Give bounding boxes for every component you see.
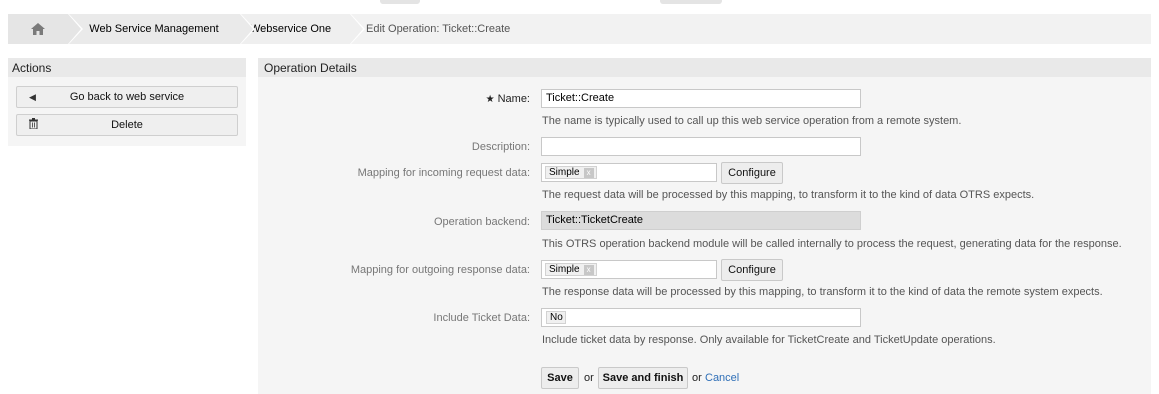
name-input[interactable]: Ticket::Create	[541, 89, 861, 108]
operation-details-panel: Operation Details ★ Name: Ticket::Create …	[258, 58, 1151, 394]
remove-tag-icon[interactable]: x	[583, 167, 594, 178]
top-tab-stub	[380, 0, 420, 4]
caret-left-icon: ◀	[29, 92, 36, 102]
incoming-mapping-select[interactable]: Simple x	[541, 163, 717, 182]
outgoing-mapping-hint: The response data will be processed by t…	[542, 286, 1103, 298]
operation-backend-hint: This OTRS operation backend module will …	[542, 238, 1122, 250]
actions-panel: Actions ◀ Go back to web service Delete	[8, 58, 246, 146]
required-star-icon: ★	[485, 94, 495, 105]
delete-label: Delete	[111, 119, 143, 131]
home-icon	[31, 23, 45, 35]
breadcrumb-current: Edit Operation: Ticket::Create	[350, 14, 533, 44]
breadcrumb-web-service-management[interactable]: Web Service Management	[68, 14, 255, 44]
save-button[interactable]: Save	[541, 367, 579, 389]
breadcrumb-label: Web Service Management	[89, 23, 219, 35]
breadcrumb-webservice[interactable]: Webservice One	[240, 14, 365, 44]
description-label: Description:	[471, 141, 530, 153]
incoming-configure-button[interactable]: Configure	[721, 162, 783, 184]
save-and-finish-button[interactable]: Save and finish	[598, 367, 688, 389]
tag-label: Simple	[549, 167, 580, 178]
cancel-link[interactable]: Cancel	[705, 372, 739, 384]
operation-backend-field: Ticket::TicketCreate	[541, 211, 861, 230]
go-back-button[interactable]: ◀ Go back to web service	[16, 86, 238, 108]
go-back-label: Go back to web service	[69, 91, 185, 103]
outgoing-mapping-tag: Simple x	[545, 263, 597, 276]
breadcrumb-label: Webservice One	[250, 23, 332, 35]
name-hint: The name is typically used to call up th…	[542, 115, 962, 127]
breadcrumb-home[interactable]	[8, 14, 83, 44]
include-ticket-data-select[interactable]: No	[541, 308, 861, 327]
or-text: or	[692, 372, 702, 384]
operation-details-header: Operation Details	[258, 58, 1151, 77]
name-label-text: Name:	[497, 93, 530, 105]
description-input[interactable]	[541, 137, 861, 156]
outgoing-mapping-select[interactable]: Simple x	[541, 260, 717, 279]
or-text: or	[584, 372, 594, 384]
trash-icon	[29, 118, 38, 131]
outgoing-mapping-label: Mapping for outgoing response data:	[350, 264, 530, 276]
include-ticket-data-value: No	[546, 311, 566, 324]
operation-backend-label: Operation backend:	[433, 216, 530, 228]
include-ticket-data-hint: Include ticket data by response. Only av…	[542, 334, 996, 346]
delete-button[interactable]: Delete	[16, 114, 238, 136]
outgoing-configure-button[interactable]: Configure	[721, 259, 783, 281]
breadcrumb: Web Service Management Webservice One Ed…	[8, 14, 1151, 44]
actions-header: Actions	[8, 58, 246, 77]
incoming-mapping-hint: The request data will be processed by th…	[542, 189, 1035, 201]
incoming-mapping-label: Mapping for incoming request data:	[357, 167, 530, 179]
name-label: ★ Name:	[486, 93, 530, 105]
include-ticket-data-label: Include Ticket Data:	[433, 312, 530, 324]
tag-label: Simple	[549, 264, 580, 275]
incoming-mapping-tag: Simple x	[545, 166, 597, 179]
remove-tag-icon[interactable]: x	[583, 264, 594, 275]
breadcrumb-label: Edit Operation: Ticket::Create	[366, 23, 511, 35]
top-tab-stub	[660, 0, 722, 4]
